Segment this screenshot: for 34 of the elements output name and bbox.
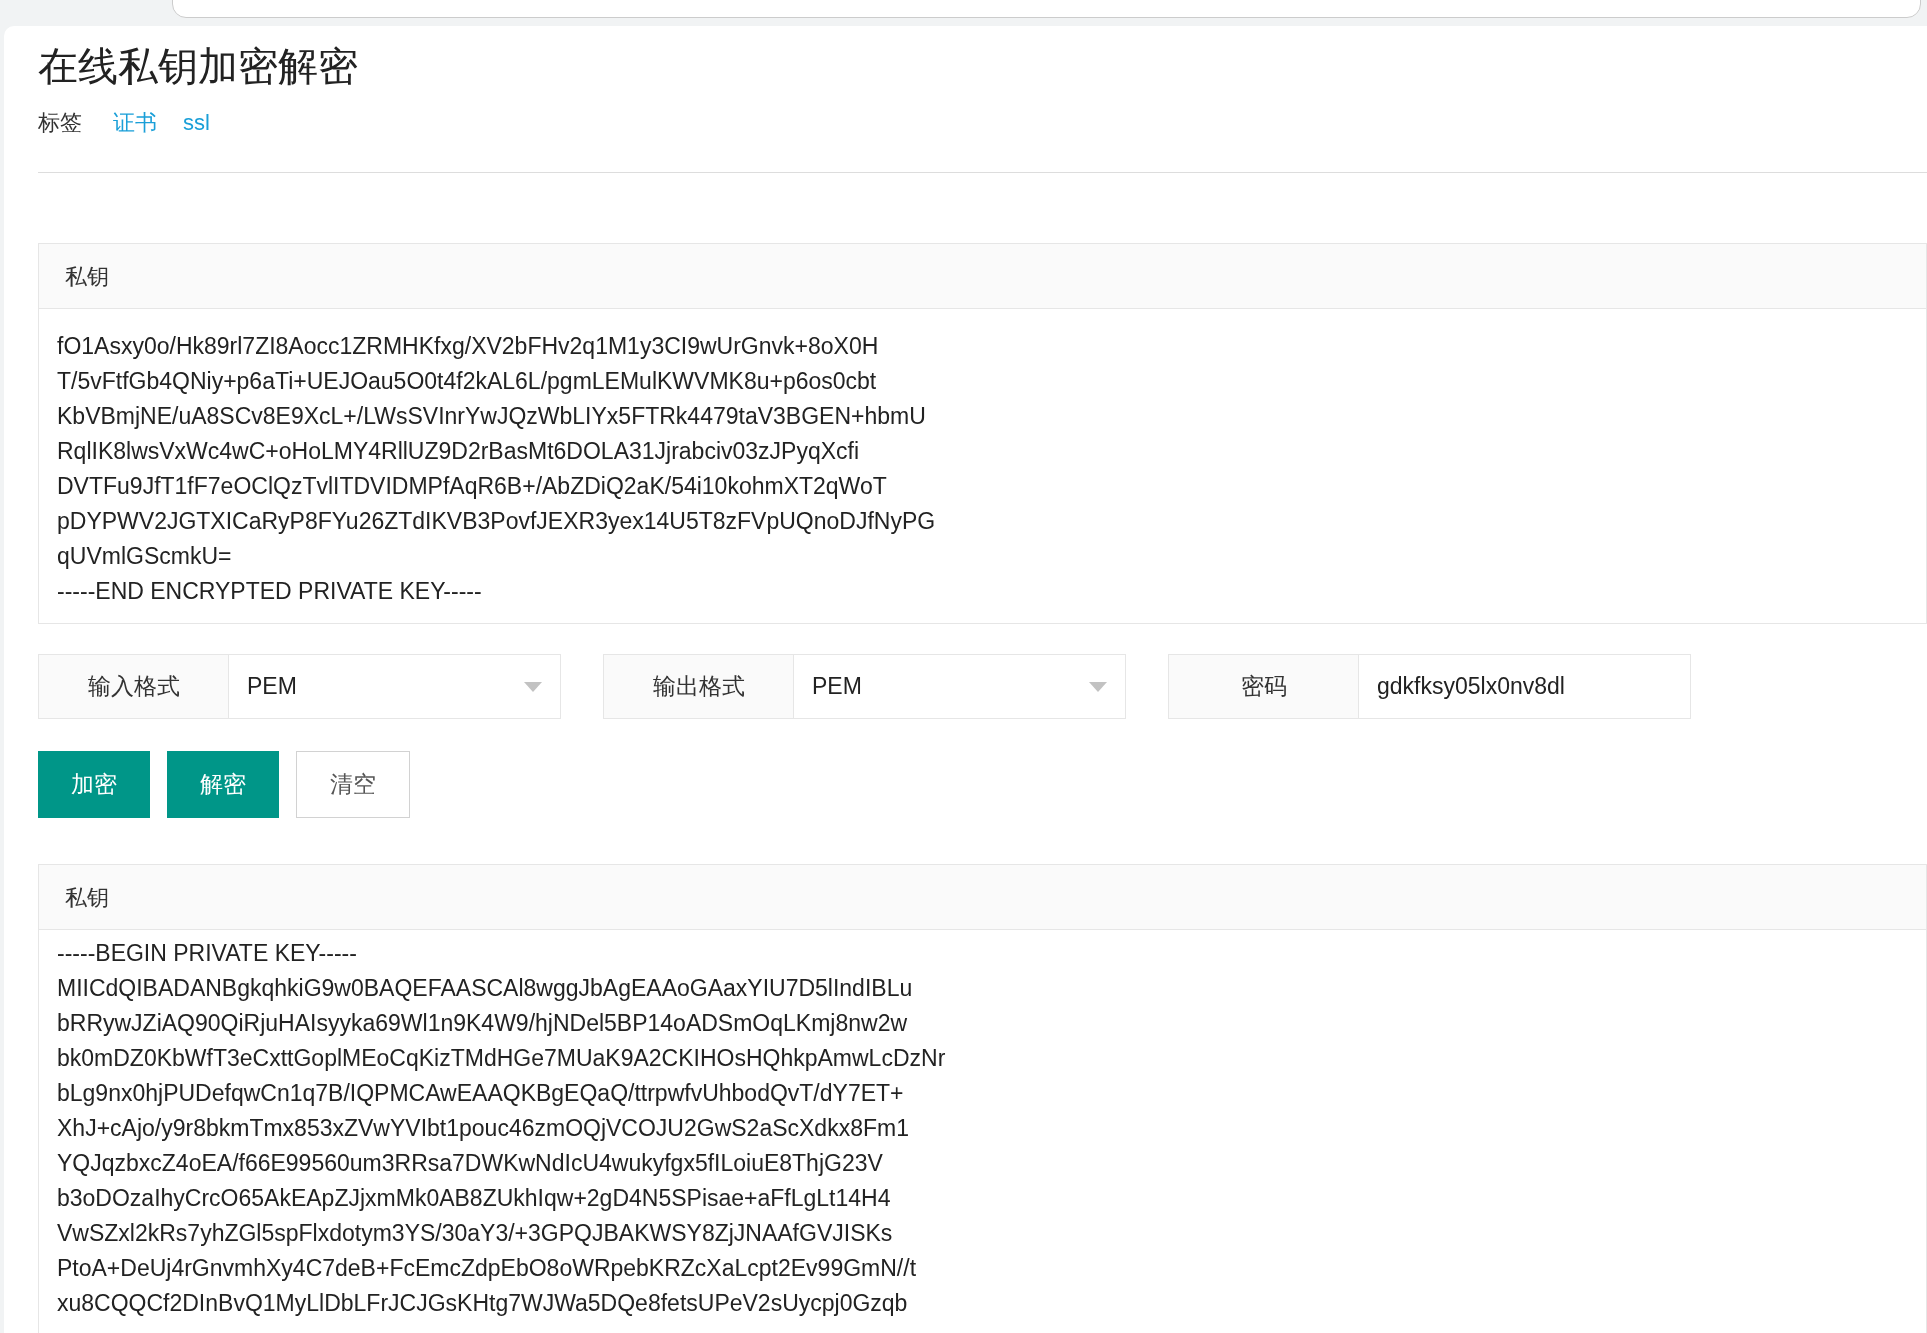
format-select[interactable]: PEM	[229, 654, 561, 719]
key-text-line: RqlIK8lwsVxWc4wC+oHoLMY4RllUZ9D2rBasMt6DOLA31Jjrabciv03zJPyqXcfi	[57, 437, 861, 466]
panel-title: 私钥	[65, 262, 109, 291]
key-text-line: -----END ENCRYPTED PRIVATE KEY-----	[57, 577, 483, 606]
password-input[interactable]: gdkfksy05lx0nv8dl	[1359, 654, 1691, 719]
key-text-line: XhJ+cAjo/y9r8bkmTmx853xZVwYVIbt1pouc46zmOQjVCOJU2GwS2aScXdkx8Fm1	[57, 1114, 910, 1143]
key-text-line: VwSZxl2kRs7yhZGl5spFlxdotym3YS/30aY3/+3GPQJBAKWSY8ZjJNAAfGVJISKs	[57, 1219, 894, 1248]
key-text-line: fO1Asxy0o/Hk89rl7ZI8Aocc1ZRMHKfxg/XV2bFHv2q1M1y3CI9wUrGnvk+8oX0H	[57, 332, 880, 361]
panel-title: 私钥	[65, 883, 109, 912]
action-button[interactable]: 解密	[167, 751, 279, 818]
key-text-line: bk0mDZ0KbWfT3eCxttGoplMEoCqKizTMdHGe7MUaK9A2CKIHOsHQhkpAmwLcDzNr	[57, 1044, 947, 1073]
format-select[interactable]: PEM	[794, 654, 1126, 719]
action-button[interactable]: 清空	[296, 751, 410, 818]
tags-label: 标签	[38, 109, 82, 137]
key-text-line: bRRywJZiAQ90QiRjuHAIsyyka69Wl1n9K4W9/hjNDel5BP14oADSmOqLKmj8nw2w	[57, 1009, 909, 1038]
key-text-line: MIICdQIBADANBgkqhkiG9w0BAQEFAASCAl8wggJbAgEAAoGAaxYIU7D5lIndIBLu	[57, 974, 914, 1003]
dropdown-caret-icon	[1089, 681, 1107, 692]
option-label: 密码	[1168, 654, 1359, 719]
key-text-line: PtoA+DeUj4rGnvmhXy4C7deB+FcEmcZdpEbO8oWRpebKRZcXaLcpt2Ev99GmN//t	[57, 1254, 918, 1283]
dropdown-caret-icon	[524, 681, 542, 692]
key-text-line: xu8CQQCf2DInBvQ1MyLlDbLFrJCJGsKHtg7WJWa5DQe8fetsUPeV2sUycpj0Gzqb	[57, 1289, 909, 1318]
key-text-line: KbVBmjNE/uA8SCv8E9XcL+/LWsSVInrYwJQzWbLIYx5FTRk4479taV3BGEN+hbmU	[57, 402, 927, 431]
option-label: 输入格式	[38, 654, 229, 719]
key-text-line: pDYPWV2JGTXICaRyP8FYu26ZTdIKVB3PovfJEXR3yex14U5T8zFVpUQnoDJfNyPG	[57, 507, 937, 536]
key-text-line: b3oDOzaIhyCrcO65AkEApZJjxmMk0AB8ZUkhIqw+2gD4N5SPisae+aFfLgLt14H4	[57, 1184, 892, 1213]
key-text-line: -----BEGIN PRIVATE KEY-----	[57, 939, 358, 968]
key-text-line: qUVmlGScmkU=	[57, 542, 233, 571]
key-text-line: bLg9nx0hjPUDefqwCn1q7B/IQPMCAwEAAQKBgEQaQ/ttrpwfvUhbodQvT/dY7ET+	[57, 1079, 905, 1108]
option-label: 输出格式	[603, 654, 794, 719]
page-title: 在线私钥加密解密	[38, 43, 359, 90]
action-button[interactable]: 加密	[38, 751, 150, 818]
key-text-line: YQJqzbxcZ4oEA/f66E99560um3RRsa7DWKwNdIcU4wukyfgx5fILoiuE8ThjG23V	[57, 1149, 884, 1178]
key-text-line: DVTFu9JfT1fF7eOClQzTvlITDVIDMPfAqR6B+/AbZDiQ2aK/54i10kohmXT2qWoT	[57, 472, 888, 501]
key-text-line: T/5vFtfGb4QNiy+p6aTi+UEJOau5O0t4f2kAL6L/pgmLEMulKWVMK8u+p6os0cbt	[57, 367, 878, 396]
